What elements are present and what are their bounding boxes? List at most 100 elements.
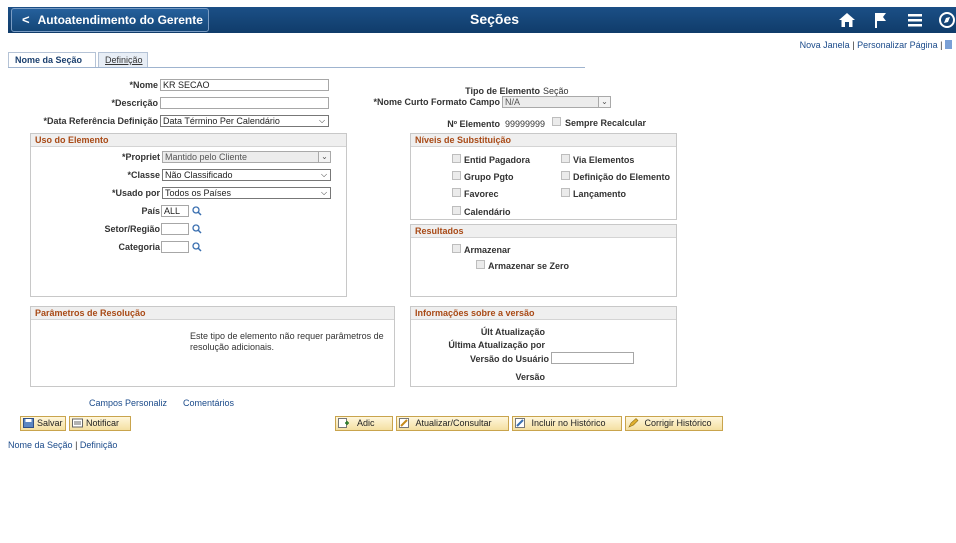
favorec-checkbox[interactable] xyxy=(452,188,461,197)
armazenar-checkbox[interactable] xyxy=(452,244,461,253)
lookup-icon[interactable] xyxy=(192,242,202,252)
back-button-label: Autoatendimento do Gerente xyxy=(37,13,203,27)
via-elementos-checkbox[interactable] xyxy=(561,154,570,163)
campos-personaliz-link[interactable]: Campos Personaliz xyxy=(89,398,167,408)
descricao-label: *Descrição xyxy=(111,98,158,108)
classe-label: *Classe xyxy=(127,170,160,180)
sempre-recalcular-label: Sempre Recalcular xyxy=(565,118,647,128)
definicao-elemento-label: Definição do Elemento xyxy=(573,172,671,182)
incluir-historico-button[interactable]: Incluir no Histórico xyxy=(512,416,622,431)
salvar-label: Salvar xyxy=(37,418,63,428)
ult-atualizacao-label: Últ Atualização xyxy=(480,327,545,337)
setor-regiao-input[interactable] xyxy=(161,223,189,235)
notify-icon xyxy=(72,418,83,428)
menu-icon[interactable] xyxy=(906,11,924,29)
salvar-button[interactable]: Salvar xyxy=(20,416,66,431)
tab-definicao-label: Definição xyxy=(105,55,143,65)
nome-curto-value: N/A xyxy=(505,97,521,107)
niveis-substituicao-title: Níveis de Substituição xyxy=(411,134,676,147)
ultima-atualizacao-por-label: Última Atualização por xyxy=(448,340,545,350)
nome-curto-select[interactable]: N/A ⌄ xyxy=(502,96,611,108)
adic-button[interactable]: Adic xyxy=(335,416,393,431)
usado-por-select[interactable]: Todos os Países ⌵ xyxy=(162,187,331,199)
save-icon xyxy=(23,418,34,428)
page-links: Nova Janela | Personalizar Página | xyxy=(800,40,952,50)
corrigir-historico-label: Corrigir Histórico xyxy=(644,418,712,428)
notificar-label: Notificar xyxy=(86,418,120,428)
sempre-recalcular-checkbox[interactable] xyxy=(552,117,561,126)
usado-por-value: Todos os Países xyxy=(165,188,232,198)
descricao-input[interactable] xyxy=(160,97,329,109)
navbar-icon[interactable] xyxy=(938,11,956,29)
chevron-down-icon: ⌵ xyxy=(318,116,326,125)
atualizar-consultar-button[interactable]: Atualizar/Consultar xyxy=(396,416,509,431)
versao-label: Versão xyxy=(515,372,545,382)
calendario-checkbox[interactable] xyxy=(452,206,461,215)
pais-label: País xyxy=(141,206,160,216)
propriet-select[interactable]: Mantido pelo Cliente ⌄ xyxy=(162,151,331,163)
update-icon xyxy=(399,418,409,428)
versao-usuario-input[interactable] xyxy=(551,352,634,364)
chevron-down-icon: ⌄ xyxy=(598,97,610,107)
lancamento-checkbox[interactable] xyxy=(561,188,570,197)
adic-label: Adic xyxy=(357,418,375,428)
tab-nome-da-secao[interactable]: Nome da Seção xyxy=(8,52,96,68)
back-button[interactable]: < Autoatendimento do Gerente xyxy=(11,8,209,32)
footer-link-nome-secao[interactable]: Nome da Seção xyxy=(8,440,73,450)
lookup-icon[interactable] xyxy=(192,224,202,234)
nome-curto-label: *Nome Curto Formato Campo xyxy=(373,97,500,107)
nome-input[interactable]: KR SECAO xyxy=(160,79,329,91)
notificar-button[interactable]: Notificar xyxy=(69,416,131,431)
help-icon[interactable] xyxy=(945,40,952,49)
propriet-label: *Propriet xyxy=(121,152,160,162)
home-icon[interactable] xyxy=(838,11,856,29)
categoria-label: Categoria xyxy=(118,242,160,252)
grupo-pgto-checkbox[interactable] xyxy=(452,171,461,180)
new-window-link[interactable]: Nova Janela xyxy=(800,40,850,50)
entid-pagadora-checkbox[interactable] xyxy=(452,154,461,163)
link-separator: | xyxy=(940,40,943,50)
armazenar-se-zero-checkbox[interactable] xyxy=(476,260,485,269)
footer-links: Nome da Seção | Definição xyxy=(8,440,117,450)
header-bar: < Autoatendimento do Gerente Seções xyxy=(8,7,956,33)
parametros-text-line1: Este tipo de elemento não requer parâmet… xyxy=(190,331,384,341)
tab-divider xyxy=(8,67,585,68)
chevron-left-icon: < xyxy=(22,12,30,27)
definicao-elemento-checkbox[interactable] xyxy=(561,171,570,180)
history-icon xyxy=(515,418,525,428)
pais-input[interactable]: ALL xyxy=(161,205,189,217)
incluir-historico-label: Incluir no Histórico xyxy=(531,418,606,428)
n-elemento-label: Nº Elemento xyxy=(447,119,500,129)
lookup-icon[interactable] xyxy=(192,206,202,216)
entid-pagadora-label: Entid Pagadora xyxy=(464,155,531,165)
parametros-text-line2: resolução adicionais. xyxy=(190,342,275,352)
correct-icon xyxy=(628,418,639,428)
parametros-resolucao-title: Parâmetros de Resolução xyxy=(31,307,394,320)
grupo-pgto-label: Grupo Pgto xyxy=(464,172,514,182)
n-elemento-value: 99999999 xyxy=(505,119,546,129)
footer-separator: | xyxy=(75,440,78,450)
armazenar-se-zero-label: Armazenar se Zero xyxy=(488,261,570,271)
classe-value: Não Classificado xyxy=(165,170,233,180)
categoria-input[interactable] xyxy=(161,241,189,253)
footer-link-definicao[interactable]: Definição xyxy=(80,440,118,450)
chevron-down-icon: ⌵ xyxy=(320,188,328,197)
usado-por-label: *Usado por xyxy=(111,188,160,198)
comentarios-link[interactable]: Comentários xyxy=(183,398,234,408)
data-referencia-label: *Data Referência Definição xyxy=(43,116,158,126)
tipo-elemento-value: Seção xyxy=(543,86,569,96)
versao-title: Informações sobre a versão xyxy=(411,307,676,320)
link-separator: | xyxy=(852,40,855,50)
favorec-label: Favorec xyxy=(464,189,499,199)
atualizar-consultar-label: Atualizar/Consultar xyxy=(415,418,492,428)
tab-definicao[interactable]: Definição xyxy=(98,52,148,68)
resultados-title: Resultados xyxy=(411,225,676,238)
personalize-page-link[interactable]: Personalizar Página xyxy=(857,40,938,50)
nome-label: *Nome xyxy=(129,80,158,90)
data-referencia-select[interactable]: Data Término Per Calendário ⌵ xyxy=(160,115,329,127)
flag-icon[interactable] xyxy=(872,11,890,29)
propriet-value: Mantido pelo Cliente xyxy=(165,152,248,162)
corrigir-historico-button[interactable]: Corrigir Histórico xyxy=(625,416,723,431)
classe-select[interactable]: Não Classificado ⌵ xyxy=(162,169,331,181)
chevron-down-icon: ⌵ xyxy=(320,170,328,179)
